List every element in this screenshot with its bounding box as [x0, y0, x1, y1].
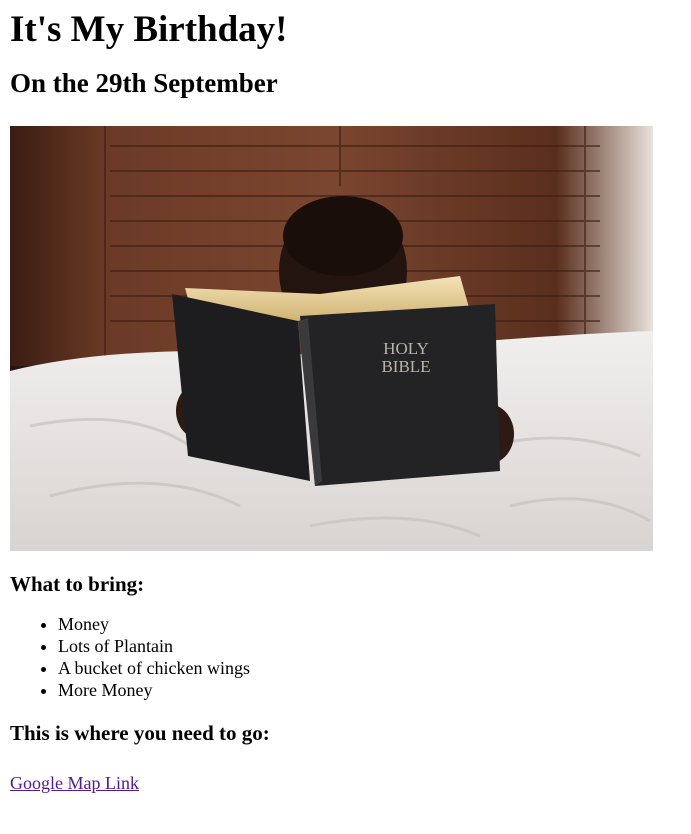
bring-list: Money Lots of Plantain A bucket of chick…: [10, 613, 681, 701]
page: It's My Birthday! On the 29th September: [0, 8, 691, 794]
bring-section-title: What to bring:: [10, 572, 145, 596]
page-title: It's My Birthday!: [10, 9, 288, 50]
google-map-link[interactable]: Google Map Link: [10, 772, 139, 794]
list-item: A bucket of chicken wings: [58, 657, 681, 679]
list-item: More Money: [58, 679, 681, 701]
directions-title: This is where you need to go:: [10, 721, 270, 745]
book-cover-text-line1: HOLY: [383, 339, 429, 358]
child-reading-bible-photo: HOLY BIBLE: [10, 126, 653, 551]
list-item: Lots of Plantain: [58, 635, 681, 657]
book-cover-text-line2: BIBLE: [381, 357, 430, 376]
page-subtitle: On the 29th September: [10, 68, 278, 98]
list-item: Money: [58, 613, 681, 635]
